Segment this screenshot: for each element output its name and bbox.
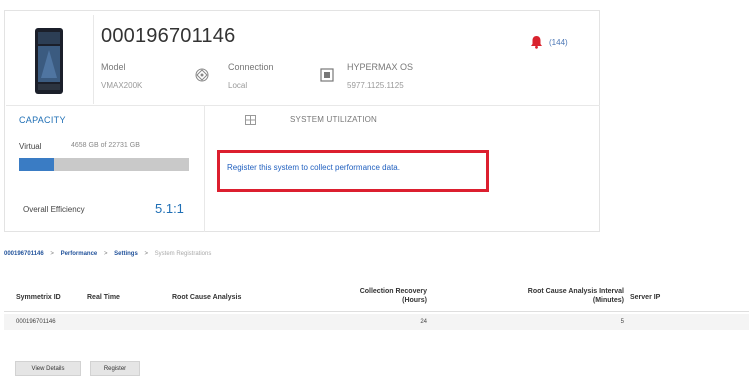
table-header-divider xyxy=(4,311,749,312)
panel-divider xyxy=(204,106,205,232)
cell-rca-interval: 5 xyxy=(620,319,624,325)
breadcrumb-current: System Registrations xyxy=(154,251,212,257)
system-id-title: 000196701146 xyxy=(101,25,236,47)
header-symmetrix-id[interactable]: Symmetrix ID xyxy=(16,293,61,302)
header-root-cause-analysis[interactable]: Root Cause Analysis xyxy=(172,293,241,302)
os-chip-icon xyxy=(320,68,334,82)
capacity-bar xyxy=(19,158,189,171)
system-summary-card: 000196701146 Model VMAX200K Connection L… xyxy=(4,10,600,232)
header-server-ip[interactable]: Server IP xyxy=(630,293,660,302)
capacity-bar-fill xyxy=(19,158,54,171)
breadcrumb-performance[interactable]: Performance xyxy=(61,251,98,257)
breadcrumb: 000196701146 > Performance > Settings > … xyxy=(4,251,211,257)
view-details-button[interactable]: View Details xyxy=(15,361,81,376)
model-value: VMAX200K xyxy=(101,81,143,90)
header-divider xyxy=(93,15,94,104)
breadcrumb-separator: > xyxy=(144,251,148,257)
connection-value: Local xyxy=(228,81,248,90)
connection-target-icon xyxy=(195,68,209,82)
os-label: HYPERMAX OS xyxy=(347,62,414,72)
table-row[interactable] xyxy=(4,314,749,330)
storage-array-icon xyxy=(35,28,63,94)
bell-icon[interactable] xyxy=(530,35,543,49)
breadcrumb-system[interactable]: 000196701146 xyxy=(4,251,44,257)
breadcrumb-separator: > xyxy=(103,251,108,257)
section-divider xyxy=(6,105,600,106)
cell-symmetrix-id: 000196701146 xyxy=(16,319,56,325)
header-collection-recovery-label: Collection Recovery xyxy=(359,288,427,295)
cell-collection-recovery: 24 xyxy=(420,319,427,325)
capacity-title: CAPACITY xyxy=(19,115,66,125)
header-collection-recovery[interactable]: Collection Recovery (Hours) xyxy=(327,287,427,305)
header-real-time[interactable]: Real Time xyxy=(87,293,120,302)
alert-count-link[interactable]: (144) xyxy=(549,38,568,47)
register-system-link[interactable]: Register this system to collect performa… xyxy=(227,163,400,172)
system-utilization-title: SYSTEM UTILIZATION xyxy=(290,115,378,124)
header-rca-interval[interactable]: Root Cause Analysis Interval (Minutes) xyxy=(470,287,624,305)
os-value: 5977.1125.1125 xyxy=(347,81,404,90)
virtual-capacity-value: 4658 GB of 22731 GB xyxy=(71,142,140,149)
header-rca-interval-unit: (Minutes) xyxy=(592,297,624,304)
chart-grid-icon xyxy=(245,115,256,125)
virtual-label: Virtual xyxy=(19,142,42,151)
register-button[interactable]: Register xyxy=(90,361,140,376)
efficiency-value[interactable]: 5.1:1 xyxy=(155,201,184,216)
model-label: Model xyxy=(101,62,126,72)
breadcrumb-settings[interactable]: Settings xyxy=(114,251,138,257)
connection-label: Connection xyxy=(228,62,274,72)
header-collection-recovery-unit: (Hours) xyxy=(402,297,427,304)
header-rca-interval-label: Root Cause Analysis Interval xyxy=(527,288,624,295)
efficiency-label: Overall Efficiency xyxy=(23,205,85,214)
breadcrumb-separator: > xyxy=(50,251,54,257)
